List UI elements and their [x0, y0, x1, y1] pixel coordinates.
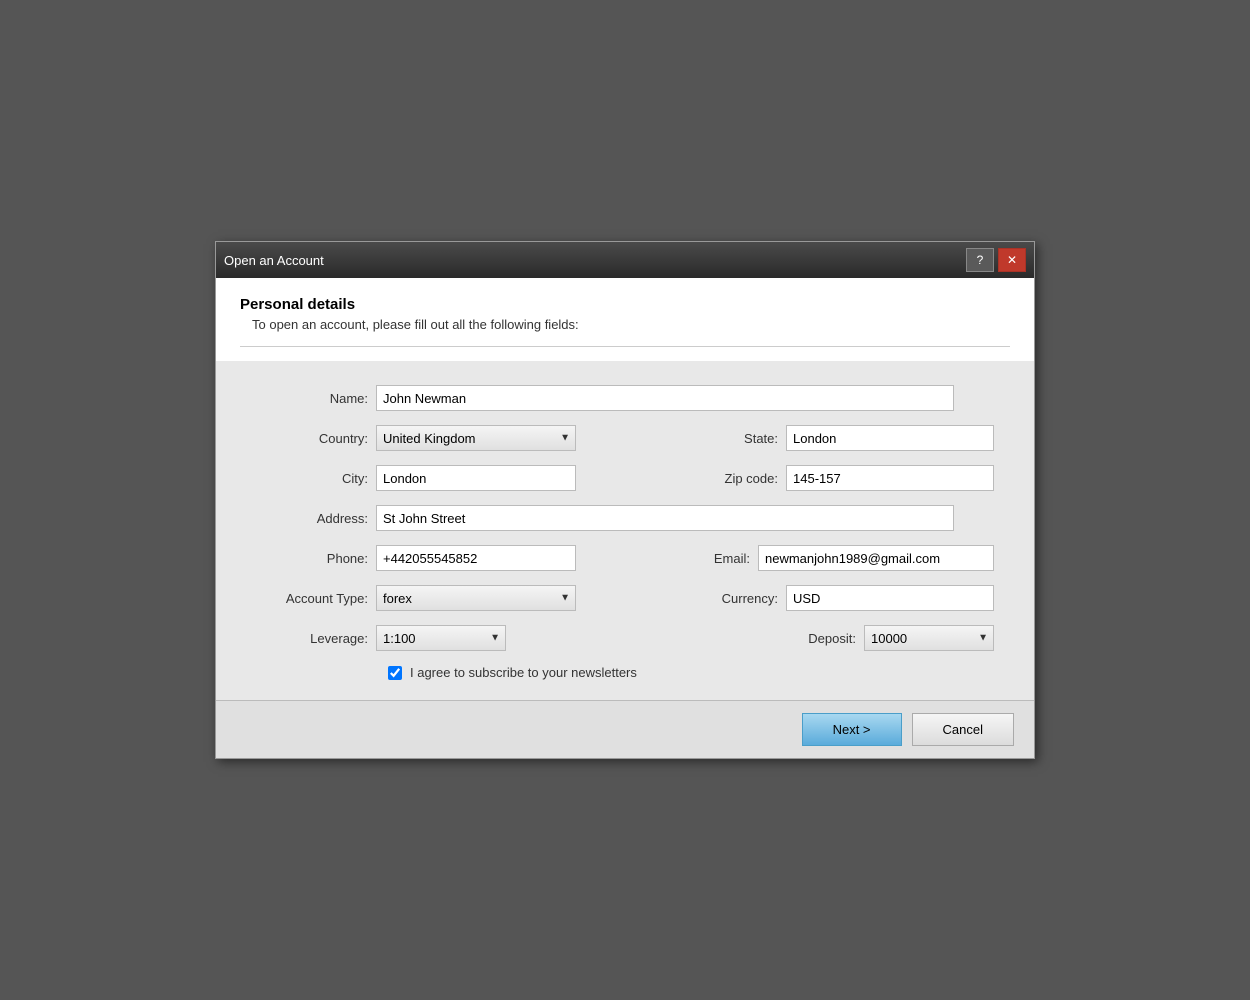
name-input[interactable]	[376, 385, 954, 411]
close-button[interactable]: ✕	[998, 248, 1026, 272]
state-label: State:	[706, 431, 786, 446]
zip-input[interactable]	[786, 465, 994, 491]
leverage-label: Leverage:	[256, 631, 376, 646]
dialog-footer: Next > Cancel	[216, 700, 1034, 758]
address-input[interactable]	[376, 505, 954, 531]
address-row: Address:	[256, 505, 994, 531]
state-input[interactable]	[786, 425, 994, 451]
country-label: Country:	[256, 431, 376, 446]
zip-label: Zip code:	[686, 471, 786, 486]
deposit-label: Deposit:	[774, 631, 864, 646]
title-bar: Open an Account ? ✕	[216, 242, 1034, 278]
next-button[interactable]: Next >	[802, 713, 902, 746]
country-state-row: Country: United Kingdom United States Ge…	[256, 425, 994, 451]
account-type-select-wrapper: forex stocks crypto ▼	[376, 585, 576, 611]
currency-label: Currency:	[696, 591, 786, 606]
deposit-select-wrapper: 1000 5000 10000 25000 50000 ▼	[864, 625, 994, 651]
email-input[interactable]	[758, 545, 994, 571]
phone-label: Phone:	[256, 551, 376, 566]
city-label: City:	[256, 471, 376, 486]
help-button[interactable]: ?	[966, 248, 994, 272]
dialog-title: Open an Account	[224, 253, 324, 268]
section-subtitle: To open an account, please fill out all …	[252, 317, 1010, 332]
section-title: Personal details	[240, 296, 1010, 313]
city-input[interactable]	[376, 465, 576, 491]
account-type-currency-row: Account Type: forex stocks crypto ▼ Curr…	[256, 585, 994, 611]
dialog-open-account: Open an Account ? ✕ Personal details To …	[215, 241, 1035, 759]
newsletter-label: I agree to subscribe to your newsletters	[410, 665, 637, 680]
email-label: Email:	[688, 551, 758, 566]
form-area: Name: Country: United Kingdom United Sta…	[216, 361, 1034, 700]
cancel-button[interactable]: Cancel	[912, 713, 1014, 746]
city-zip-row: City: Zip code:	[256, 465, 994, 491]
newsletter-checkbox-row: I agree to subscribe to your newsletters	[388, 665, 994, 680]
currency-input[interactable]	[786, 585, 994, 611]
newsletter-checkbox[interactable]	[388, 666, 402, 680]
deposit-select[interactable]: 1000 5000 10000 25000 50000	[864, 625, 994, 651]
name-row: Name:	[256, 385, 994, 411]
account-type-select[interactable]: forex stocks crypto	[376, 585, 576, 611]
name-label: Name:	[256, 391, 376, 406]
account-type-label: Account Type:	[256, 591, 376, 606]
address-label: Address:	[256, 511, 376, 526]
header-divider	[240, 346, 1010, 347]
phone-input[interactable]	[376, 545, 576, 571]
country-select[interactable]: United Kingdom United States Germany Fra…	[376, 425, 576, 451]
leverage-select-wrapper: 1:1 1:10 1:50 1:100 1:200 1:500 ▼	[376, 625, 506, 651]
leverage-deposit-row: Leverage: 1:1 1:10 1:50 1:100 1:200 1:50…	[256, 625, 994, 651]
title-bar-buttons: ? ✕	[966, 248, 1026, 272]
phone-email-row: Phone: Email:	[256, 545, 994, 571]
country-select-wrapper: United Kingdom United States Germany Fra…	[376, 425, 576, 451]
dialog-header: Personal details To open an account, ple…	[216, 278, 1034, 361]
leverage-select[interactable]: 1:1 1:10 1:50 1:100 1:200 1:500	[376, 625, 506, 651]
